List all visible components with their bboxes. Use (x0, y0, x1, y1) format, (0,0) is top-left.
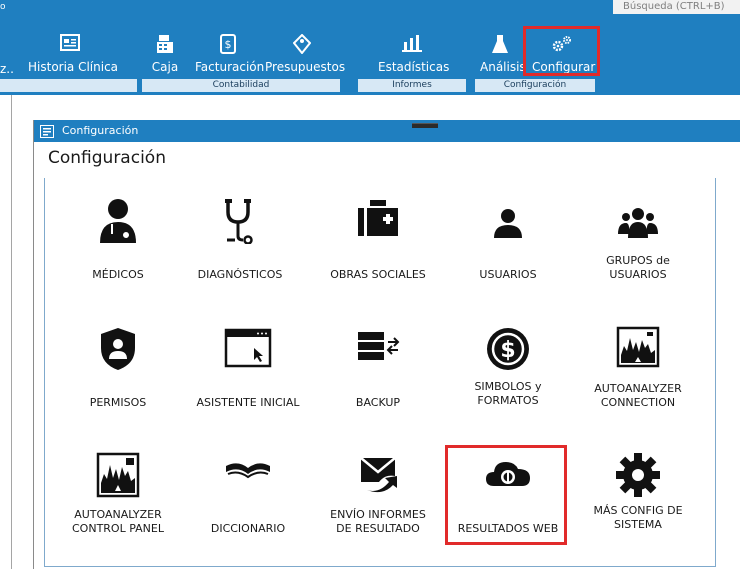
grupos-usuarios-tile[interactable]: GRUPOS de USUARIOS (568, 198, 708, 318)
main-ribbon: o Búsqueda (CTRL+B) z.. Historia Clínica… (0, 0, 740, 95)
analyzer-panel-icon (96, 452, 140, 498)
window-grip[interactable] (412, 123, 438, 128)
envio-informes-tile[interactable]: ENVÍO INFORMES DE RESULTADO (308, 452, 448, 572)
svg-text:$: $ (225, 38, 232, 51)
historia-clinica-button[interactable]: Historia Clínica (28, 34, 118, 74)
ribbon-group-left (0, 79, 137, 92)
facturacion-button[interactable]: $ Facturación (195, 34, 264, 74)
search-box[interactable]: Búsqueda (CTRL+B) (613, 0, 740, 14)
window-titlebar[interactable]: Configuración (34, 120, 740, 142)
analisis-button[interactable]: Análisis (480, 34, 526, 74)
obras-sociales-tile[interactable]: OBRAS SOCIALES (308, 198, 448, 318)
patient-card-icon (28, 34, 112, 58)
gear-icon (616, 453, 660, 497)
resultados-web-highlight (445, 445, 567, 545)
user-icon (494, 209, 522, 238)
configurar-highlight (523, 26, 600, 76)
window-cursor-icon (224, 328, 272, 368)
ribbon-group-informes: Informes (358, 79, 466, 92)
invoice-icon: $ (195, 34, 261, 58)
autoanalyzer-connection-tile[interactable]: AUTOANALYZER CONNECTION (568, 326, 708, 446)
presupuestos-button[interactable]: Presupuestos (265, 33, 345, 74)
ribbon-group-configuracion: Configuración (475, 79, 595, 92)
diccionario-tile[interactable]: DICCIONARIO (178, 452, 318, 572)
page-title: Configuración (48, 148, 166, 168)
server-sync-icon (358, 332, 400, 360)
simbolos-formatos-tile[interactable]: $ SIMBOLOS y FORMATOS (438, 326, 578, 446)
truncated-ribbon-item[interactable]: z.. (0, 62, 14, 76)
mail-send-icon (360, 457, 397, 493)
permisos-tile[interactable]: PERMISOS (48, 326, 188, 446)
usuarios-tile[interactable]: USUARIOS (438, 198, 578, 318)
backup-tile[interactable]: BACKUP (308, 326, 448, 446)
tag-icon (265, 33, 339, 58)
dollar-coin-icon: $ (487, 328, 529, 370)
mas-config-sistema-tile[interactable]: MÁS CONFIG DE SISTEMA (568, 452, 708, 572)
asistente-inicial-tile[interactable]: ASISTENTE INICIAL (178, 326, 318, 446)
shield-user-icon (101, 328, 135, 370)
left-border (11, 95, 12, 569)
doctor-icon (100, 199, 136, 243)
analyzer-monitor-icon (616, 326, 660, 368)
open-book-icon (226, 463, 270, 479)
medical-kit-icon (358, 200, 398, 236)
cash-register-icon (150, 34, 180, 58)
autoanalyzer-control-panel-tile[interactable]: AUTOANALYZER CONTROL PANEL (48, 452, 188, 572)
window-title-fragment: o (0, 2, 6, 12)
window-app-icon (40, 124, 54, 138)
diagnosticos-tile[interactable]: DIAGNÓSTICOS (170, 198, 310, 318)
medicos-tile[interactable]: MÉDICOS (48, 198, 188, 318)
window-title: Configuración (62, 124, 139, 137)
bar-chart-icon (378, 34, 446, 58)
estadisticas-button[interactable]: Estadísticas (378, 34, 449, 74)
flask-icon (480, 34, 520, 58)
caja-button[interactable]: Caja (150, 34, 180, 74)
user-group-icon (618, 208, 658, 238)
stethoscope-icon (225, 199, 253, 244)
ribbon-group-contabilidad: Contabilidad (142, 79, 340, 92)
svg-text:$: $ (500, 338, 515, 363)
